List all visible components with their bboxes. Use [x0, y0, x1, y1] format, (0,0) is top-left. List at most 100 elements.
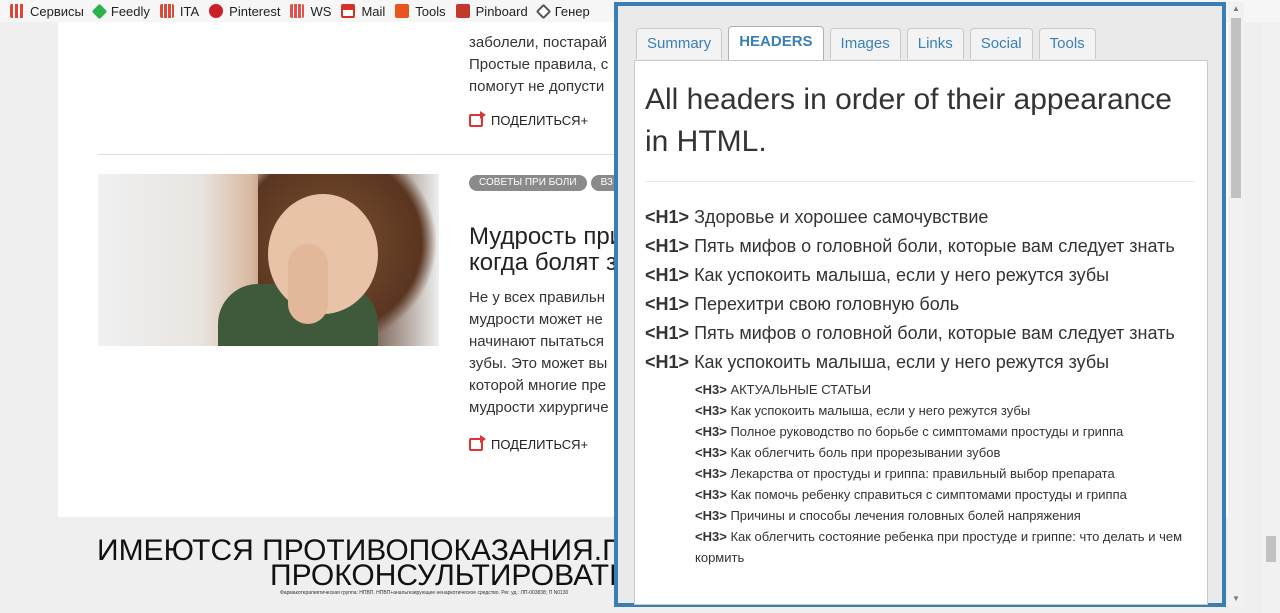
article-title-line[interactable]: Мудрость при — [469, 224, 623, 250]
scroll-up-arrow-icon[interactable]: ▲ — [1232, 4, 1240, 13]
headers-panel: All headers in order of their appearance… — [634, 60, 1208, 605]
apps-grid-icon — [10, 4, 24, 18]
tools-arrow-icon — [395, 4, 410, 18]
bookmark-mail[interactable]: Mail — [341, 4, 385, 19]
h3-tag: <H3> — [695, 382, 727, 397]
h1-item: <H1> Перехитри свою головную боль — [645, 291, 1195, 317]
article2-text-line: начинают пытаться — [469, 333, 604, 350]
tab-tools[interactable]: Tools — [1038, 28, 1096, 59]
tag-badge[interactable]: СОВЕТЫ ПРИ БОЛИ — [469, 175, 587, 191]
h3-tag: <H3> — [695, 445, 727, 460]
h1-text: Как успокоить малыша, если у него режутс… — [694, 265, 1110, 285]
h3-item: <H3> Как помочь ребенку справиться с сим… — [695, 484, 1195, 505]
h1-text: Здоровье и хорошее самочувствие — [694, 207, 989, 227]
article1-text-line: заболели, постарай — [469, 34, 607, 51]
h3-text: Как успокоить малыша, если у него режутс… — [730, 403, 1031, 418]
article-title-line[interactable]: когда болят з — [469, 250, 617, 276]
h3-list: <H3> АКТУАЛЬНЫЕ СТАТЬИ <H3> Как успокоит… — [695, 379, 1195, 568]
bookmark-services[interactable]: Сервисы — [10, 4, 84, 19]
h3-text: Лекарства от простуды и гриппа: правильн… — [730, 466, 1115, 481]
h1-item: <H1> Здоровье и хорошее самочувствие — [645, 204, 1195, 230]
h1-item: <H1> Пять мифов о головной боли, которые… — [645, 320, 1195, 346]
h3-tag: <H3> — [695, 487, 727, 502]
h3-tag: <H3> — [695, 403, 727, 418]
share-button[interactable]: ПОДЕЛИТЬСЯ+ — [469, 435, 589, 452]
seo-headers-popup: Summary HEADERS Images Links Social Tool… — [614, 2, 1226, 607]
ws-icon — [290, 4, 305, 18]
share-icon — [469, 435, 486, 451]
panel-divider — [645, 181, 1195, 182]
article2-text-line: мудрости хирургиче — [469, 399, 609, 416]
bookmark-pinterest[interactable]: Pinterest — [209, 4, 280, 19]
h1-tag: <H1> — [645, 294, 690, 314]
ita-icon — [159, 4, 174, 18]
bookmark-feedly[interactable]: Feedly — [91, 3, 150, 19]
h3-tag: <H3> — [695, 508, 727, 523]
page-scrollbar[interactable] — [1262, 22, 1280, 613]
h3-tag: <H3> — [695, 424, 727, 439]
bookmark-gener[interactable]: Генер — [535, 3, 590, 19]
h3-text: Причины и способы лечения головных болей… — [730, 508, 1081, 523]
h3-item: <H3> Как облегчить боль при прорезывании… — [695, 442, 1195, 463]
pinterest-icon — [209, 4, 224, 18]
divider — [98, 154, 618, 155]
tab-headers[interactable]: HEADERS — [728, 26, 824, 60]
h1-text: Пять мифов о головной боли, которые вам … — [694, 236, 1175, 256]
article-tags: СОВЕТЫ ПРИ БОЛИ ВЗ — [469, 175, 623, 191]
h1-text: Пять мифов о головной боли, которые вам … — [694, 323, 1175, 343]
h1-text: Перехитри свою головную боль — [694, 294, 960, 314]
h3-item: <H3> Лекарства от простуды и гриппа: пра… — [695, 463, 1195, 484]
article1-text-line: Простые правила, с — [469, 56, 609, 73]
headers-list: <H1> Здоровье и хорошее самочувствие <H1… — [645, 204, 1195, 568]
bookmark-tools[interactable]: Tools — [395, 4, 446, 19]
page-scrollbar-thumb[interactable] — [1266, 536, 1276, 562]
article2-text-line: зубы. Это может вы — [469, 355, 608, 372]
feedly-icon — [91, 3, 108, 19]
h3-tag: <H3> — [695, 466, 727, 481]
bookmark-ita[interactable]: ITA — [159, 4, 199, 19]
h1-text: Как успокоить малыша, если у него режутс… — [694, 352, 1110, 372]
scroll-down-arrow-icon[interactable]: ▼ — [1232, 594, 1240, 603]
article2-text-line: мудрости может не — [469, 311, 603, 328]
h3-item: <H3> Полное руководство по борьбе с симп… — [695, 421, 1195, 442]
share-label: ПОДЕЛИТЬСЯ+ — [491, 437, 589, 452]
h1-tag: <H1> — [645, 265, 690, 285]
popup-tabs: Summary HEADERS Images Links Social Tool… — [636, 26, 1102, 60]
bookmark-pinboard[interactable]: Pinboard — [455, 4, 528, 19]
tab-summary[interactable]: Summary — [636, 28, 723, 59]
h3-item: <H3> Как облегчить состояние ребенка при… — [695, 526, 1195, 568]
h3-text: Как облегчить боль при прорезывании зубо… — [730, 445, 1001, 460]
share-label: ПОДЕЛИТЬСЯ+ — [491, 113, 589, 128]
article2-text-line: которой многие пре — [469, 377, 607, 394]
h1-item: <H1> Как успокоить малыша, если у него р… — [645, 349, 1195, 375]
h1-item: <H1> Пять мифов о головной боли, которые… — [645, 233, 1195, 259]
h1-tag: <H1> — [645, 207, 690, 227]
popup-scrollbar[interactable]: ▲ ▼ — [1228, 2, 1244, 607]
panel-heading: All headers in order of their appearance… — [645, 83, 1172, 158]
article2-text-line: Не у всех правильн — [469, 289, 605, 306]
gmail-icon — [341, 4, 356, 18]
banner-line: ПРОКОНСУЛЬТИРОВАТЬ — [270, 559, 629, 592]
article1-text-line: помогут не допусти — [469, 78, 605, 95]
h3-text: Как облегчить состояние ребенка при прос… — [695, 529, 1183, 565]
h3-tag: <H3> — [695, 529, 727, 544]
share-button[interactable]: ПОДЕЛИТЬСЯ+ — [469, 111, 589, 128]
tab-images[interactable]: Images — [829, 28, 901, 59]
tab-links[interactable]: Links — [906, 28, 964, 59]
h1-tag: <H1> — [645, 236, 690, 256]
pen-icon — [535, 3, 551, 19]
h3-text: АКТУАЛЬНЫЕ СТАТЬИ — [730, 382, 872, 397]
h1-item: <H1> Как успокоить малыша, если у него р… — [645, 262, 1195, 288]
bookmark-ws[interactable]: WS — [290, 4, 331, 19]
h3-text: Как помочь ребенку справиться с симптома… — [730, 487, 1127, 502]
h1-tag: <H1> — [645, 323, 690, 343]
h3-text: Полное руководство по борьбе с симптомам… — [730, 424, 1124, 439]
tab-social[interactable]: Social — [969, 28, 1033, 59]
h3-item: <H3> АКТУАЛЬНЫЕ СТАТЬИ — [695, 379, 1195, 400]
article-photo[interactable] — [98, 174, 439, 346]
share-icon — [469, 111, 486, 127]
h3-item: <H3> Как успокоить малыша, если у него р… — [695, 400, 1195, 421]
banner-fine-print: Фармакотерапевтическая группа: НПВП. НПВ… — [280, 590, 569, 596]
popup-scrollbar-thumb[interactable] — [1231, 18, 1241, 198]
h3-item: <H3> Причины и способы лечения головных … — [695, 505, 1195, 526]
